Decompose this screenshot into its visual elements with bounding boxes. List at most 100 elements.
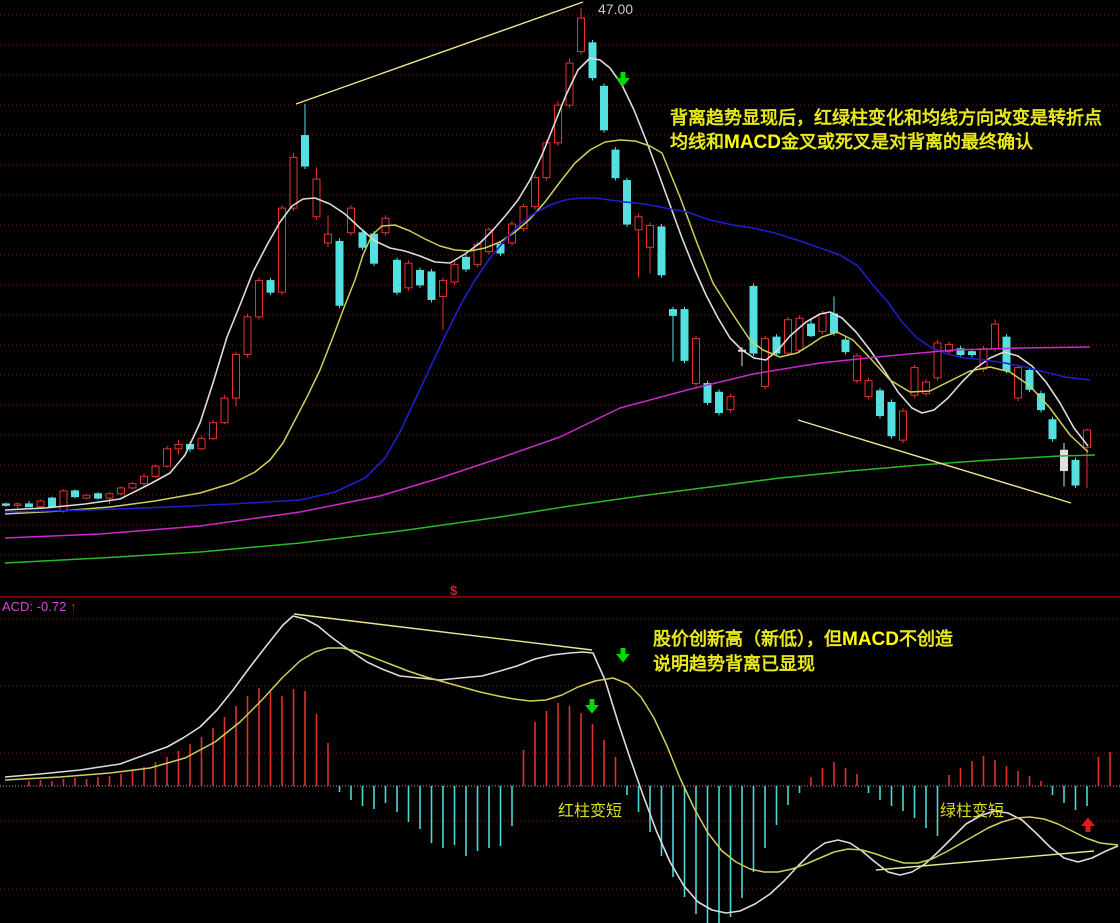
candle-bull bbox=[992, 320, 999, 352]
candle-body bbox=[405, 263, 412, 288]
candle-bear bbox=[463, 255, 470, 272]
candle-body bbox=[1061, 450, 1068, 470]
candle-body bbox=[992, 324, 999, 349]
candle-body bbox=[1015, 368, 1022, 398]
candle-body bbox=[796, 318, 803, 350]
candle-body bbox=[819, 314, 826, 331]
macd-value-label: ACD: -0.72 ↑ bbox=[2, 599, 76, 614]
candle-bear bbox=[589, 40, 596, 81]
red-bars-shrink-label: 红柱变短 bbox=[558, 802, 622, 820]
candle-bull bbox=[923, 379, 930, 396]
candle-body bbox=[244, 317, 251, 355]
candle-body bbox=[578, 18, 585, 51]
candle-body bbox=[141, 476, 148, 483]
macd-annotation-line1: 股价创新高（新低），但MACD不创造 bbox=[652, 628, 953, 650]
candle-body bbox=[831, 314, 838, 333]
candle-body bbox=[601, 86, 608, 130]
candle-body bbox=[658, 227, 665, 275]
candle-bear bbox=[877, 388, 884, 418]
candle-bull bbox=[911, 365, 918, 398]
candle-body bbox=[1049, 420, 1056, 439]
candle-bear bbox=[842, 337, 849, 354]
peak-price-label: 47.00 bbox=[598, 1, 633, 17]
candle-bear bbox=[1049, 417, 1056, 442]
candle-body bbox=[440, 281, 447, 297]
candle-bull bbox=[256, 278, 263, 320]
candle-bull bbox=[1015, 365, 1022, 401]
candle-bear bbox=[716, 389, 723, 415]
candle-bear bbox=[1072, 458, 1079, 488]
candle-bear bbox=[267, 278, 274, 295]
candle-bull bbox=[233, 352, 240, 407]
candle-body bbox=[681, 310, 688, 361]
macd-value-text: ACD: -0.72 bbox=[2, 599, 66, 614]
macd-ann1-pre: 股价创新高（新低），但 bbox=[652, 628, 842, 649]
candle-body bbox=[900, 411, 907, 440]
candle-bull bbox=[762, 336, 769, 390]
candle-bull bbox=[693, 336, 700, 387]
candle-body bbox=[290, 157, 297, 208]
candle-body bbox=[888, 402, 895, 435]
price-annotation-line1: 背离趋势显现后，红绿柱变化和均线方向改变是转折点 bbox=[670, 107, 1102, 128]
candle-bear bbox=[612, 147, 619, 180]
candle-bull bbox=[543, 140, 550, 181]
candle-body bbox=[37, 501, 44, 507]
candle-body bbox=[417, 270, 424, 285]
candle-body bbox=[175, 444, 182, 448]
candle-bull bbox=[854, 353, 861, 383]
candle-body bbox=[233, 355, 240, 399]
candle-body bbox=[532, 178, 539, 207]
candle-bull bbox=[152, 465, 159, 478]
candle-body bbox=[762, 339, 769, 387]
candle-bull bbox=[405, 260, 412, 290]
candle-bear bbox=[72, 489, 79, 498]
candle-body bbox=[325, 234, 332, 243]
candle-body bbox=[842, 340, 849, 352]
candle-bear bbox=[888, 400, 895, 439]
candle-body bbox=[83, 495, 90, 498]
candle-body bbox=[463, 257, 470, 269]
candle-bull bbox=[290, 153, 297, 211]
candle-bull bbox=[244, 314, 251, 358]
candle-body bbox=[256, 281, 263, 317]
annotation2-pre: 均线和 bbox=[670, 131, 724, 152]
candle-body bbox=[693, 339, 700, 384]
candle-body bbox=[428, 272, 435, 300]
candle-body bbox=[3, 504, 10, 505]
candle-bull bbox=[210, 420, 217, 440]
candle-body bbox=[451, 265, 458, 282]
candle-bear bbox=[417, 268, 424, 288]
candle-bull bbox=[451, 262, 458, 285]
candle-body bbox=[95, 494, 102, 498]
candle-body bbox=[394, 260, 401, 292]
kline-macd-chart[interactable]: $ 47.00 背离趋势显现后，红绿柱变化和均线方向改变是转折点 均线和MACD… bbox=[0, 0, 1120, 923]
candle-bull bbox=[865, 378, 872, 400]
candle-bull bbox=[532, 175, 539, 210]
candle-bull bbox=[221, 395, 228, 424]
candle-body bbox=[152, 466, 159, 476]
candle-body bbox=[336, 241, 343, 305]
candle-body bbox=[716, 392, 723, 412]
candle-bull bbox=[37, 500, 44, 509]
candle-bull bbox=[900, 408, 907, 443]
candle-bull bbox=[934, 340, 941, 381]
candle-body bbox=[60, 491, 67, 511]
candle-body bbox=[302, 136, 309, 166]
candle-bear bbox=[394, 257, 401, 295]
candle-bull bbox=[60, 489, 67, 512]
candle-body bbox=[72, 491, 79, 497]
candle-body bbox=[267, 281, 274, 293]
candle-body bbox=[14, 504, 21, 505]
macd-ann1-post: 不创造 bbox=[899, 628, 953, 649]
candle-bull bbox=[796, 315, 803, 353]
candle-body bbox=[589, 43, 596, 78]
candle-bear bbox=[428, 269, 435, 302]
candle-body bbox=[279, 208, 286, 292]
candle-body bbox=[969, 352, 976, 355]
candle-body bbox=[221, 398, 228, 423]
candle-bull bbox=[164, 446, 171, 468]
candle-body bbox=[877, 391, 884, 416]
candle-body bbox=[670, 310, 677, 316]
candle-body bbox=[934, 343, 941, 378]
candle-body bbox=[198, 439, 205, 449]
